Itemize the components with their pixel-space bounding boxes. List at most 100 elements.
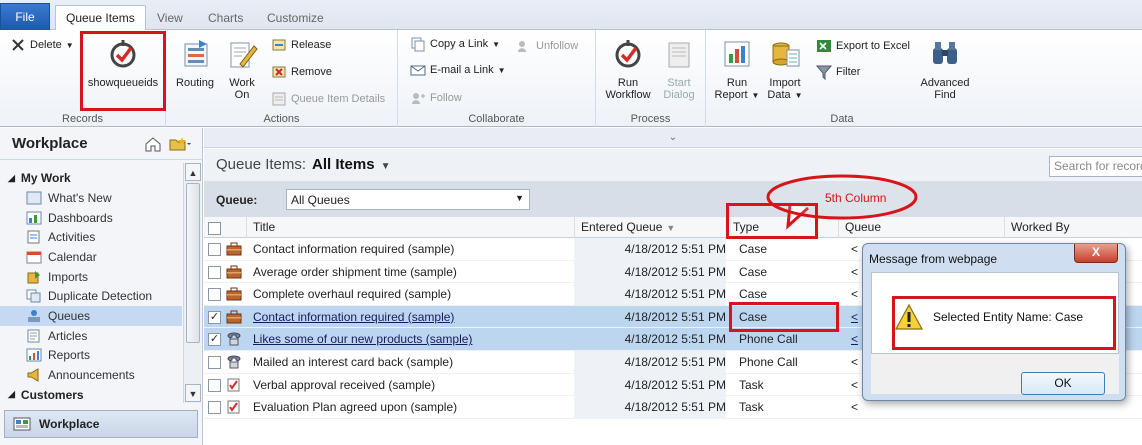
row-checkbox[interactable] xyxy=(208,265,221,279)
nav-item-imports[interactable]: Imports xyxy=(0,267,182,287)
run-report-label: Run Report ▼ xyxy=(714,77,760,101)
row-checkbox[interactable]: ✓ xyxy=(208,310,221,324)
filter-icon xyxy=(816,65,832,80)
tab-view[interactable]: View xyxy=(147,5,193,30)
scroll-up-arrow-icon[interactable]: ▲ xyxy=(185,163,201,181)
tab-file[interactable]: File xyxy=(0,3,50,30)
data-group: Run Report ▼ Import Data ▼ Export to Excel… xyxy=(706,30,978,127)
cell-entered-queue: 4/18/2012 5:51 PM xyxy=(624,309,726,324)
nav-item-calendar[interactable]: Calendar xyxy=(0,247,182,267)
tab-charts[interactable]: Charts xyxy=(198,5,253,30)
queue-select[interactable]: All Queues ▼ xyxy=(286,189,530,210)
column-title[interactable]: Title xyxy=(246,217,574,238)
select-all-checkbox[interactable] xyxy=(208,222,221,235)
nav-section-my-work[interactable]: ◢ My Work xyxy=(0,168,182,188)
cell-title[interactable]: Contact information required (sample) xyxy=(253,306,571,328)
release-button[interactable]: Release xyxy=(271,36,331,54)
cell-type: Task xyxy=(739,400,764,415)
chevron-down-icon: ▼ xyxy=(751,91,760,100)
work-on-button[interactable]: Work On xyxy=(222,38,262,101)
home-icon[interactable] xyxy=(144,135,162,153)
advanced-find-button[interactable]: Advanced Find xyxy=(916,38,974,101)
run-report-button[interactable]: Run Report ▼ xyxy=(712,38,762,102)
nav-scrollbar[interactable]: ▲ ▼ xyxy=(183,163,201,403)
collaborate-group: Copy a Link ▼ E-mail a Link ▼ Follow Unfol… xyxy=(398,30,596,127)
column-queue[interactable]: Queue xyxy=(838,217,1004,238)
import-data-button[interactable]: Import Data ▼ xyxy=(764,38,806,102)
nav-item-articles[interactable]: Articles xyxy=(0,326,182,346)
chevron-down-icon: ▼ xyxy=(794,91,803,100)
nav-item-activities[interactable]: Activities xyxy=(0,227,182,247)
chevron-down-icon[interactable]: ⌄ xyxy=(669,132,677,143)
row-checkbox[interactable] xyxy=(208,378,221,392)
row-checkbox[interactable] xyxy=(208,288,221,302)
email-link-button[interactable]: E-mail a Link ▼ xyxy=(410,61,506,79)
queues-icon xyxy=(28,309,40,322)
copy-link-button[interactable]: Copy a Link ▼ xyxy=(410,35,500,53)
unfollow-button[interactable]: Unfollow xyxy=(516,37,578,55)
collapse-triangle-icon: ◢ xyxy=(8,389,15,400)
actions-group-label: Actions xyxy=(263,113,300,125)
cell-entered-queue: 4/18/2012 5:51 PM xyxy=(624,332,726,347)
highlight-dialog-message xyxy=(892,296,1116,350)
run-workflow-icon xyxy=(615,40,641,68)
unfollow-label: Unfollow xyxy=(536,40,579,52)
cell-title: Complete overhaul required (sample) xyxy=(253,287,452,302)
cell-title: Evaluation Plan agreed upon (sample) xyxy=(253,400,458,415)
tab-queue-items[interactable]: Queue Items xyxy=(55,5,146,31)
task-icon xyxy=(227,400,240,414)
column-entered-queue[interactable]: Entered Queue ▼ xyxy=(574,217,726,238)
favorites-folder-icon[interactable] xyxy=(168,135,192,153)
nav-section-customers[interactable]: ◢ Customers xyxy=(0,385,182,400)
tab-customize[interactable]: Customize xyxy=(257,5,334,30)
ok-button[interactable]: OK xyxy=(1021,372,1105,395)
remove-button[interactable]: Remove xyxy=(271,63,332,81)
view-prefix: Queue Items: xyxy=(216,156,307,173)
delete-button[interactable]: Delete ▼ xyxy=(10,36,74,54)
view-name[interactable]: All Items xyxy=(312,156,375,173)
nav-item-whats-new[interactable]: What's New xyxy=(0,188,182,208)
nav-item-reports[interactable]: Reports xyxy=(0,346,182,366)
case-icon xyxy=(226,242,242,256)
routing-button[interactable]: Routing xyxy=(172,38,218,89)
cell-title[interactable]: Likes some of our new products (sample) xyxy=(253,328,571,350)
row-checkbox[interactable] xyxy=(208,243,221,256)
run-workflow-button[interactable]: Run Workflow xyxy=(600,38,656,101)
nav-list: ◢ My Work What's New Dashboards Activitie… xyxy=(0,168,182,400)
filter-button[interactable]: Filter xyxy=(816,63,860,81)
view-selector[interactable]: Queue Items: All Items ▼ xyxy=(216,156,390,173)
ribbon-collapse-bar[interactable]: ⌄ xyxy=(204,128,1142,148)
row-checkbox[interactable] xyxy=(208,401,221,415)
row-checkbox[interactable] xyxy=(208,355,221,369)
nav-item-duplicate-detection[interactable]: Duplicate Detection xyxy=(0,286,182,306)
nav-item-queues[interactable]: Queues xyxy=(0,306,182,326)
follow-label: Follow xyxy=(430,92,462,104)
follow-button[interactable]: Follow xyxy=(410,89,462,107)
nav-title: Workplace xyxy=(12,135,88,152)
column-worked-by[interactable]: Worked By xyxy=(1004,217,1142,238)
nav-item-announcements[interactable]: Announcements xyxy=(0,365,182,385)
search-input[interactable]: Search for records xyxy=(1049,156,1142,177)
dialog-close-button[interactable]: X xyxy=(1074,244,1118,263)
highlight-showqueueids xyxy=(80,31,166,111)
excel-icon xyxy=(817,40,831,52)
export-excel-button[interactable]: Export to Excel xyxy=(816,37,910,55)
row-checkbox[interactable]: ✓ xyxy=(208,333,221,347)
filter-label: Filter xyxy=(836,66,861,78)
import-data-icon xyxy=(772,42,800,67)
cell-type: Phone Call xyxy=(739,354,798,369)
follow-icon xyxy=(412,93,425,104)
grid-header: Title Entered Queue ▼ Type Queue Worked B… xyxy=(204,217,1142,238)
chevron-down-icon[interactable]: ▼ xyxy=(381,161,391,172)
queue-item-details-button[interactable]: Queue Item Details xyxy=(271,90,385,108)
process-group-label: Process xyxy=(630,113,671,125)
start-dialog-button[interactable]: Start Dialog xyxy=(656,38,702,101)
scroll-down-arrow-icon[interactable]: ▼ xyxy=(185,384,201,402)
workplace-pane-button[interactable]: Workplace xyxy=(4,410,198,438)
chevron-down-icon: ▼ xyxy=(515,193,524,203)
calendar-icon xyxy=(26,251,42,264)
nav-item-dashboards[interactable]: Dashboards xyxy=(0,208,182,228)
scroll-thumb[interactable] xyxy=(186,183,200,343)
announcements-icon xyxy=(27,368,39,382)
message-dialog: Message from webpage X Selected Entity N… xyxy=(862,243,1126,401)
